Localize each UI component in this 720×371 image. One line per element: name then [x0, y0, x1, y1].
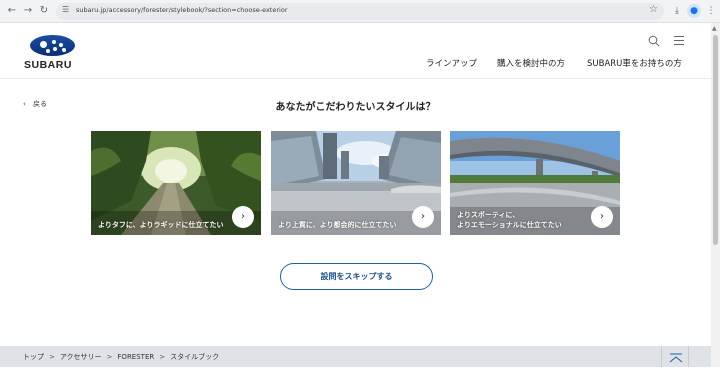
page-title: あなたがこだわりたいスタイルは？ — [275, 102, 436, 113]
style-card-tough[interactable]: よりタフに、よりラギッドに仕立てたい › — [91, 131, 261, 235]
nav-lineup[interactable]: ラインアップ — [426, 57, 477, 69]
browser-toolbar: ← → ↻ ☰ subaru.jp/accessory/forester/sty… — [0, 0, 720, 23]
breadcrumb-bar: トップ > アクセサリー > FORESTER > スタイルブック — [0, 346, 711, 367]
chevron-right-icon[interactable]: › — [412, 206, 434, 228]
skip-questions-button[interactable]: 設問をスキップする — [280, 263, 433, 290]
back-arrow-icon[interactable]: ← — [5, 4, 19, 18]
reload-icon[interactable]: ↻ — [37, 4, 51, 18]
style-card-urban[interactable]: より上質に、より都会的に仕立てたい › — [271, 131, 441, 235]
breadcrumb-separator: > — [159, 353, 166, 361]
site-info-icon[interactable]: ☰ — [62, 5, 69, 14]
card-caption: よりスポーティに、 よりエモーショナルに仕立てたい — [457, 211, 562, 229]
nav-subaru-owners[interactable]: SUBARU車をお持ちの方 — [587, 57, 682, 69]
breadcrumb: トップ > アクセサリー > FORESTER > スタイルブック — [23, 352, 219, 362]
scroll-up-icon[interactable]: ▲ — [712, 25, 717, 32]
breadcrumb-separator: > — [106, 353, 113, 361]
pleiades-emblem-icon — [30, 35, 75, 56]
download-icon[interactable]: ⤓ — [670, 4, 684, 18]
scrollbar-thumb[interactable] — [713, 35, 718, 245]
chevron-right-icon[interactable]: › — [232, 206, 254, 228]
address-url[interactable]: subaru.jp/accessory/forester/stylebook/?… — [76, 6, 288, 14]
breadcrumb-item-forester[interactable]: FORESTER — [117, 353, 154, 361]
search-icon[interactable] — [648, 35, 660, 47]
breadcrumb-separator: > — [49, 353, 55, 361]
breadcrumb-item-stylebook: スタイルブック — [170, 353, 220, 361]
site-header: SUBARU ラインアップ 購入を検討中の方 SUBARU車をお持ちの方 — [0, 23, 711, 79]
bookmark-star-icon[interactable]: ☆ — [649, 4, 658, 15]
style-card-sporty[interactable]: よりスポーティに、 よりエモーショナルに仕立てたい › — [450, 131, 620, 235]
nav-considering-purchase[interactable]: 購入を検討中の方 — [497, 57, 565, 69]
hamburger-menu-icon[interactable] — [674, 36, 684, 45]
logo-text: SUBARU — [24, 59, 72, 71]
chevron-up-icon — [669, 353, 683, 363]
forward-arrow-icon[interactable]: → — [21, 4, 35, 18]
chevron-right-icon[interactable]: › — [591, 206, 613, 228]
breadcrumb-item-top[interactable]: トップ — [23, 353, 44, 361]
page-scrollbar[interactable]: ▲ — [711, 23, 720, 367]
subaru-logo[interactable]: SUBARU — [24, 35, 82, 71]
address-bar[interactable]: ☰ subaru.jp/accessory/forester/stylebook… — [56, 3, 664, 20]
card-caption: より上質に、より都会的に仕立てたい — [278, 221, 397, 229]
breadcrumb-item-accessory[interactable]: アクセサリー — [60, 353, 102, 361]
profile-avatar-icon[interactable]: ● — [687, 4, 701, 18]
page-top-button[interactable] — [661, 346, 689, 367]
more-menu-icon[interactable]: ⋮ — [704, 4, 718, 18]
card-caption: よりタフに、よりラギッドに仕立てたい — [98, 221, 224, 229]
